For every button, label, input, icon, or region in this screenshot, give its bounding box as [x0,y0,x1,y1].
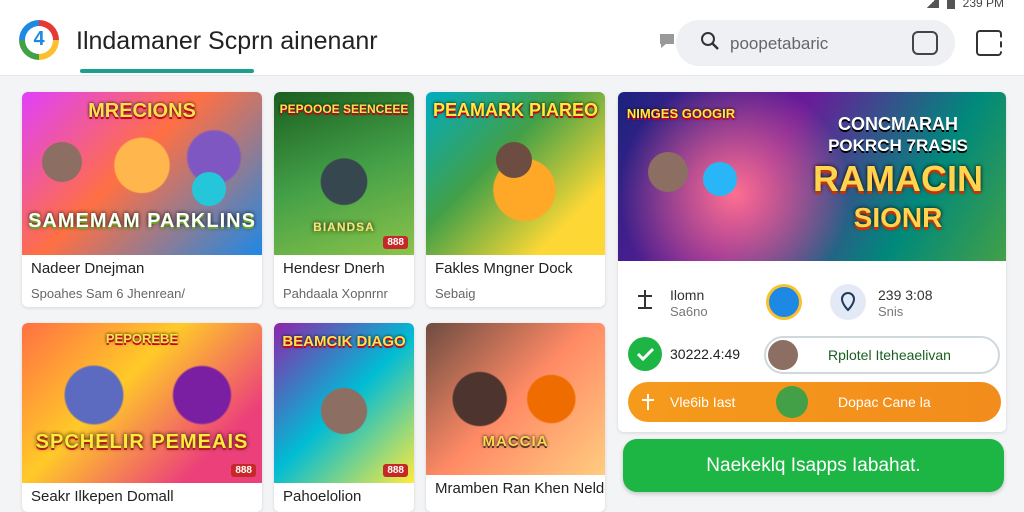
game-art: MACCIA [426,323,605,475]
status-time: 239 PM [962,0,1004,10]
game-card[interactable]: BEAMCIK DIAGO 888 Pahoelolion [274,323,414,512]
orange-row-action: Dopac Cane la [838,394,931,410]
location-icon[interactable] [830,284,866,320]
game-subtitle: Sebaig [435,286,476,301]
art-title: PEAMARK PIAREO [432,100,598,120]
page-title: Ilndamaner Scprn ainenanr [76,27,378,55]
search-placeholder: poopetabaric [730,34,829,53]
featured-line-3: RAMACIN [813,158,983,199]
art-subtitle: BIANDSA [313,220,375,234]
featured-art[interactable]: NIMGES GOOGIR CONCMARAH POKRCH 7RASIS RA… [618,92,1006,261]
featured-art-tag: NIMGES GOOGIR [626,106,736,121]
avatar [768,340,798,370]
game-badge: 888 [383,236,408,249]
orange-action-row[interactable]: Vle6ib Iast Dopac Cane la [628,382,1001,422]
search-input[interactable]: poopetabaric [676,20,955,66]
active-tab-indicator [80,69,254,73]
orange-row-label: Vle6ib Iast [670,394,736,410]
game-title: Nadeer Dnejman [31,260,145,277]
chat-icon[interactable] [912,31,938,55]
status-bar: 239 PM [924,0,1004,10]
art-title: PEPOOOE SEENCEEE [279,102,409,116]
featured-line-4: SIONR [853,202,943,233]
game-subtitle: Pahdaala Xopnrnr [283,286,388,301]
art-title: PEPOREBE [105,331,179,346]
game-card[interactable]: PEPOOOE SEENCEEE BIANDSA 888 Hendesr Dne… [274,92,414,307]
game-title: Mramben Ran Khen Nelder [435,480,605,497]
game-title: Hendesr Dnerh [283,260,385,277]
pin-icon [642,394,654,410]
game-card[interactable]: MACCIA Mramben Ran Khen Nelder [426,323,605,512]
art-title: BEAMCIK DIAGO [282,333,406,350]
top-bar: 239 PM 4 Ilndamaner Scprn ainenanr poope… [0,0,1024,76]
menu-icon[interactable] [976,30,1002,56]
game-art: BEAMCIK DIAGO 888 [274,323,414,483]
game-card[interactable]: PEAMARK PIAREO Fakles Mngner Dock Sebaig [426,92,605,307]
art-subtitle: SAMEMAM PARKLINS [28,210,256,232]
art-subtitle: SPCHELIR PEMEAIS [35,431,249,453]
game-card[interactable]: PEPOREBE SPCHELIR PEMEAIS 888 Seakr Ilke… [22,323,262,512]
game-title: Fakles Mngner Dock [435,260,573,277]
avatar [776,386,808,418]
green-row-label: Rplotel Iteheaelivan [828,347,951,363]
search-icon [701,32,719,50]
game-title: Seakr Ilkepen Domall [31,488,174,505]
app-logo[interactable]: 4 [19,20,59,60]
game-art: MRECIONS SAMEMAM PARKLINS [22,92,262,255]
game-title: Pahoelolion [283,488,362,505]
signal-icon [924,0,939,8]
game-card[interactable]: MRECIONS SAMEMAM PARKLINS Nadeer Dnejman… [22,92,262,307]
info-right-label: 239 3:08 [878,287,933,303]
featured-line-1: CONCMARAH [838,114,958,134]
art-title: MRECIONS [88,100,196,122]
game-art: PEAMARK PIAREO [426,92,605,255]
logo-glyph: 4 [33,28,45,50]
info-right-sub: Snis [878,304,904,319]
green-row-number: 30222.4:49 [670,346,741,362]
game-badge: 888 [383,464,408,477]
game-badge: 888 [231,464,256,477]
info-left-label: Ilomn [670,287,705,303]
check-icon [628,337,662,371]
featured-line-2: POKRCH 7RASIS [828,136,968,155]
game-art: PEPOOOE SEENCEEE BIANDSA 888 [274,92,414,255]
primary-cta-button[interactable]: Naekeklq Isapps Iabahat. [623,439,1004,492]
game-subtitle: Spoahes Sam 6 Jhenrean/ [31,286,185,301]
app-badge-icon[interactable] [766,284,802,320]
green-row-pill[interactable]: Rplotel Iteheaelivan [764,336,1000,374]
art-subtitle: MACCIA [482,433,549,450]
game-art: PEPOREBE SPCHELIR PEMEAIS 888 [22,323,262,483]
info-left-sub: Sa6no [670,304,708,319]
battery-icon [946,0,955,9]
featured-game-panel: NIMGES GOOGIR CONCMARAH POKRCH 7RASIS RA… [618,92,1006,432]
anchor-icon [638,290,652,309]
